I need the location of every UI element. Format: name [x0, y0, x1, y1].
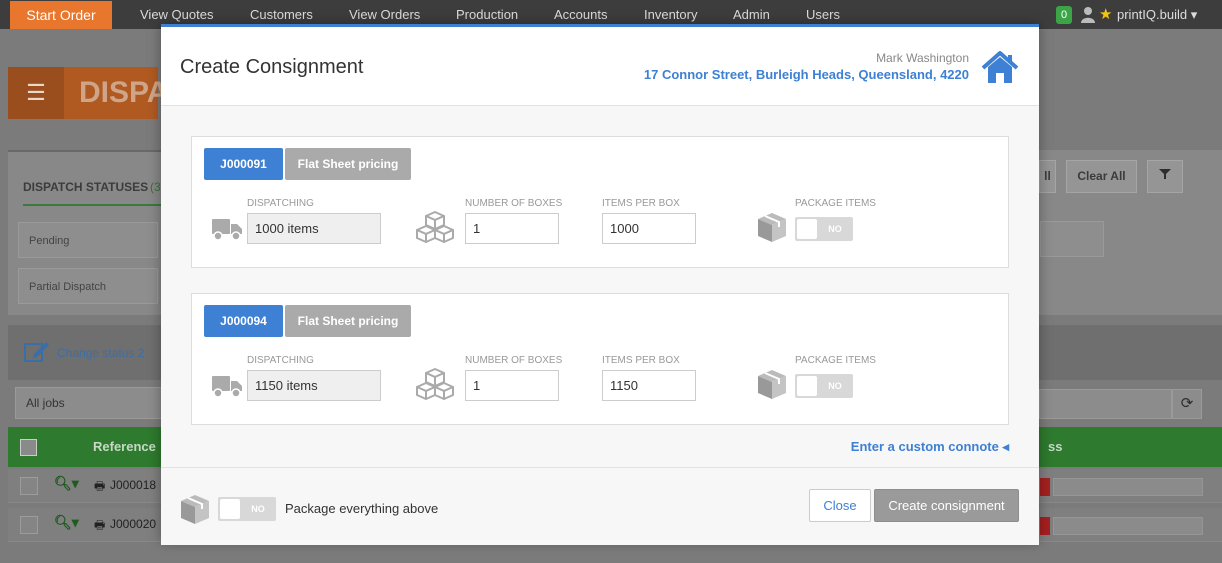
column-status[interactable]: ss [1048, 427, 1062, 467]
job-filter-select[interactable]: All jobs [15, 387, 165, 419]
toggle-state: NO [251, 504, 265, 514]
package-items-toggle[interactable]: NO [795, 217, 853, 241]
star-icon: ★ [1099, 6, 1113, 23]
refresh-icon: ⟳ [1180, 395, 1194, 412]
truck-icon [212, 376, 242, 398]
package-items-label: PACKAGE ITEMS [795, 355, 876, 366]
boxes-icon [416, 211, 454, 243]
status-partial-dispatch[interactable]: Partial Dispatch [18, 268, 158, 304]
dispatching-label: DISPATCHING [247, 355, 314, 366]
status-box[interactable] [1040, 221, 1104, 257]
items-per-box-label: ITEMS PER BOX [602, 355, 680, 366]
toggle-state: NO [828, 224, 842, 234]
progress-cells [1053, 478, 1203, 496]
dispatch-statuses-count: (3 [150, 180, 161, 194]
change-status-link[interactable]: Change status 2 [57, 346, 144, 360]
toggle-state: NO [828, 381, 842, 391]
user-icon [1080, 6, 1096, 26]
dispatching-label: DISPATCHING [247, 198, 314, 209]
printer-icon[interactable]: 🖶 [94, 516, 105, 537]
start-order-button[interactable]: Start Order [10, 1, 112, 29]
package-items-toggle[interactable]: NO [795, 374, 853, 398]
boxes-icon [416, 368, 454, 400]
job-number-button[interactable]: J000091 [204, 148, 283, 180]
home-icon[interactable] [981, 51, 1019, 85]
custom-connote-link[interactable]: Enter a custom connote ◂ [851, 439, 1009, 455]
select-all-checkbox[interactable] [20, 439, 37, 456]
filter-icon [1159, 169, 1171, 183]
job-number[interactable]: J000020 [110, 517, 156, 531]
notification-badge[interactable]: 0 [1056, 6, 1072, 24]
number-of-boxes-input[interactable]: 1 [465, 370, 559, 401]
dispatching-value: 1150 items [247, 370, 381, 401]
search-icon[interactable]: 🔍︎▾ [54, 475, 79, 492]
dispatch-statuses-title: DISPATCH STATUSES [23, 180, 149, 194]
job-number[interactable]: J000018 [110, 478, 156, 492]
status-pending[interactable]: Pending [18, 222, 158, 258]
package-icon [758, 370, 786, 399]
printer-icon[interactable]: 🖶 [94, 477, 105, 498]
delivery-address[interactable]: 17 Connor Street, Burleigh Heads, Queens… [644, 67, 969, 82]
modal-header: Create Consignment Mark Washington 17 Co… [161, 27, 1039, 106]
filter-button[interactable] [1147, 160, 1183, 193]
search-input[interactable] [1039, 389, 1172, 419]
package-everything-toggle[interactable]: NO [218, 497, 276, 521]
items-per-box-label: ITEMS PER BOX [602, 198, 680, 209]
number-of-boxes-input[interactable]: 1 [465, 213, 559, 244]
row-checkbox[interactable] [20, 477, 38, 495]
package-items-label: PACKAGE ITEMS [795, 198, 876, 209]
toggle-knob [797, 376, 817, 396]
status-indicator [1040, 517, 1050, 535]
close-button[interactable]: Close [809, 489, 871, 522]
items-per-box-input[interactable]: 1000 [602, 213, 696, 244]
number-of-boxes-label: NUMBER OF BOXES [465, 198, 563, 209]
search-icon[interactable]: 🔍︎▾ [54, 514, 79, 531]
pricing-button[interactable]: Flat Sheet pricing [285, 148, 411, 180]
toggle-knob [797, 219, 817, 239]
hamburger-menu-icon[interactable]: ☰ [8, 67, 64, 119]
create-consignment-button[interactable]: Create consignment [874, 489, 1019, 522]
dispatching-value: 1000 items [247, 213, 381, 244]
column-reference[interactable]: Reference [93, 427, 156, 467]
toggle-knob [220, 499, 240, 519]
consignment-item-card: J000091 Flat Sheet pricing DISPATCHING 1… [191, 136, 1009, 268]
progress-cells [1053, 517, 1203, 535]
package-everything-label: Package everything above [285, 501, 439, 516]
items-per-box-input[interactable]: 1150 [602, 370, 696, 401]
number-of-boxes-label: NUMBER OF BOXES [465, 355, 563, 366]
modal-title: Create Consignment [180, 56, 364, 78]
customer-name: Mark Washington [876, 51, 969, 65]
consignment-item-card: J000094 Flat Sheet pricing DISPATCHING 1… [191, 293, 1009, 425]
truck-icon [212, 219, 242, 241]
user-menu[interactable]: printIQ.build ▾ [1117, 0, 1197, 29]
page-title: DISPA [79, 76, 169, 109]
row-checkbox[interactable] [20, 516, 38, 534]
modal-footer: NO Package everything above Close Create… [161, 467, 1039, 545]
clear-all-button[interactable]: Clear All [1066, 160, 1137, 193]
package-icon [758, 213, 786, 242]
active-tab-underline [23, 204, 168, 206]
status-indicator [1040, 478, 1050, 496]
dispatch-header: ☰ DISPA [8, 67, 168, 119]
refresh-button[interactable]: ⟳ [1172, 389, 1202, 419]
package-icon [181, 495, 209, 524]
pricing-button[interactable]: Flat Sheet pricing [285, 305, 411, 337]
all-button[interactable]: ll [1039, 160, 1056, 193]
create-consignment-modal: Create Consignment Mark Washington 17 Co… [161, 24, 1039, 545]
edit-icon [24, 339, 50, 369]
job-number-button[interactable]: J000094 [204, 305, 283, 337]
